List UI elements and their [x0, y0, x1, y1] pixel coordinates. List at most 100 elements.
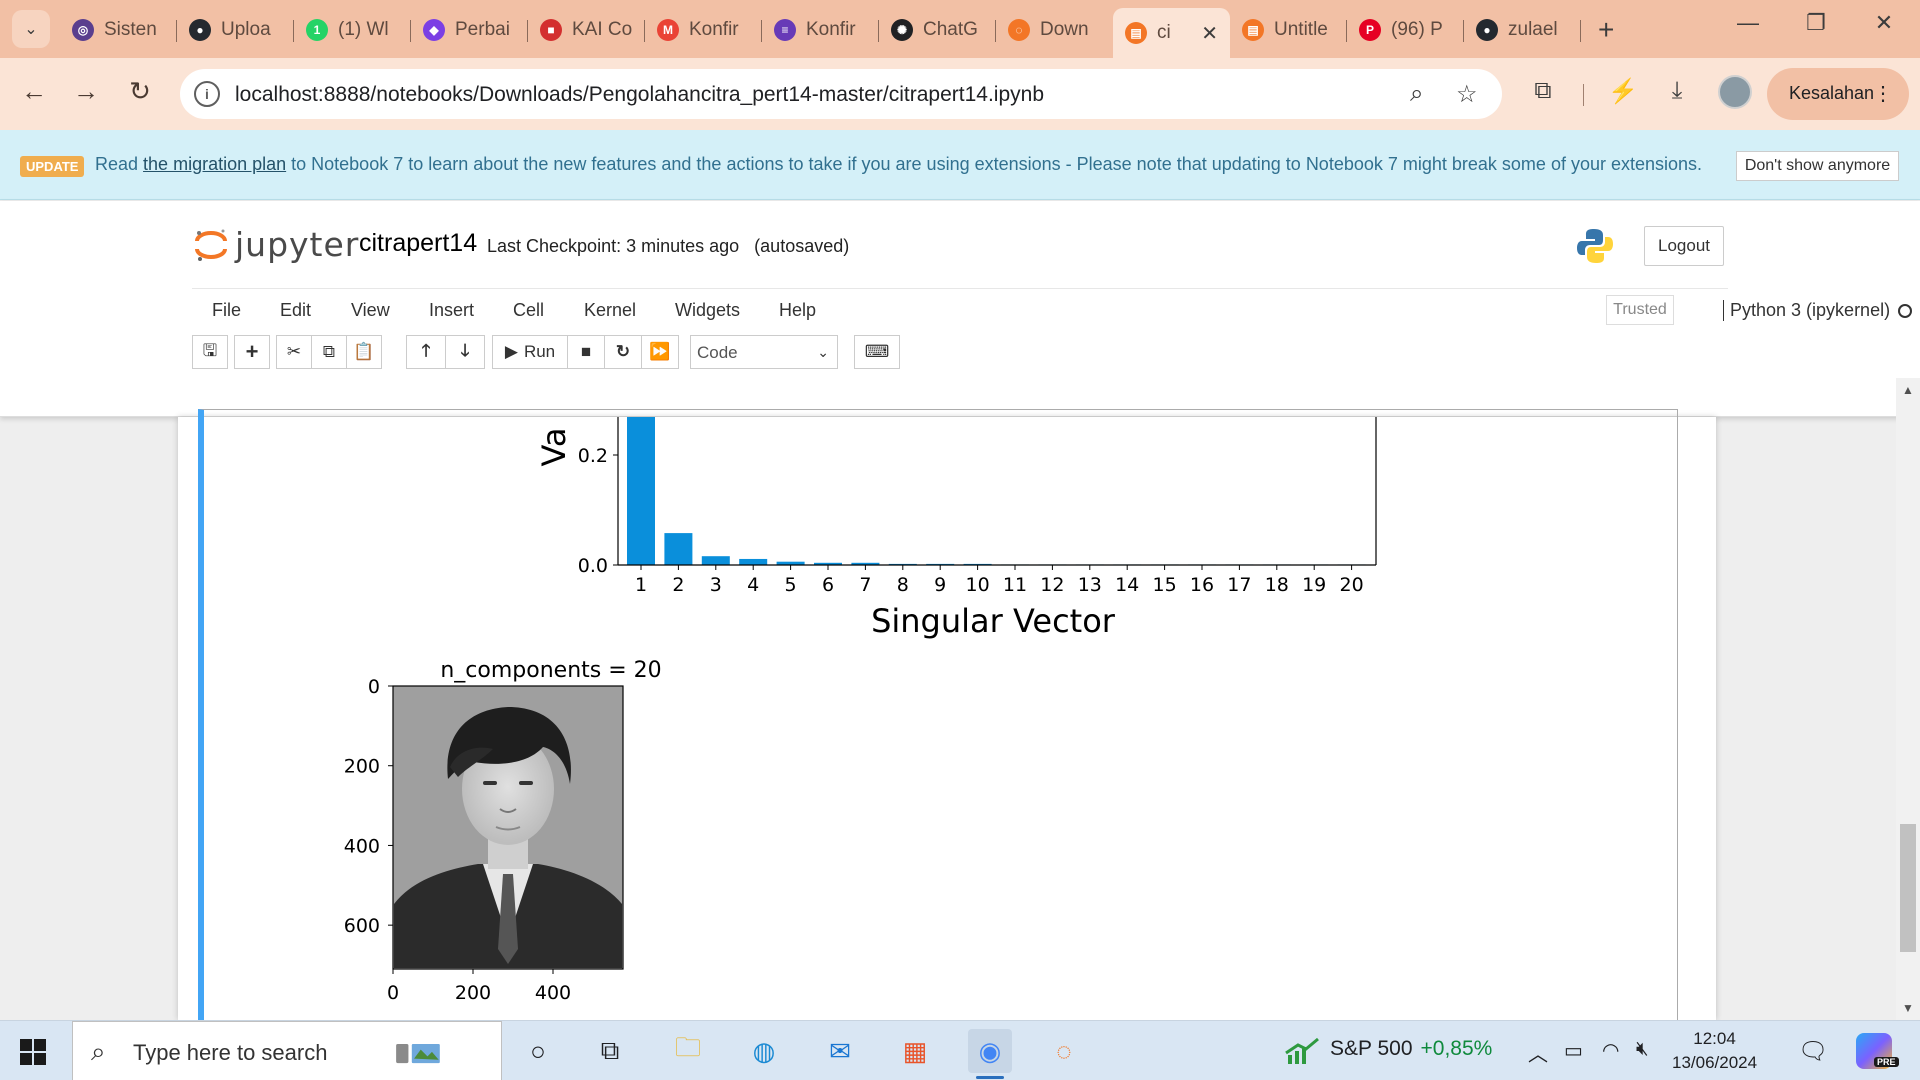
browser-tab[interactable]: ◆ Perbai: [411, 8, 528, 52]
browser-tab[interactable]: P (96) P: [1347, 8, 1464, 52]
bookmark-star-icon[interactable]: ☆: [1456, 80, 1478, 109]
close-tab-icon[interactable]: ✕: [1201, 21, 1218, 46]
browser-tab[interactable]: ◎ Sisten: [60, 8, 177, 52]
jupyter-taskbar-icon[interactable]: ◌: [1042, 1029, 1086, 1073]
app-icon: ◎: [72, 19, 94, 41]
store-icon[interactable]: ▦: [893, 1029, 937, 1073]
menu-widgets[interactable]: Widgets: [675, 300, 740, 321]
dont-show-anymore-button[interactable]: Don't show anymore: [1736, 151, 1899, 181]
reconstructed-photo: [392, 685, 624, 970]
browser-tab[interactable]: 1 (1) Wl: [294, 8, 411, 52]
zoom-icon[interactable]: ⌕: [1410, 80, 1423, 108]
scroll-up-icon[interactable]: ▲: [1896, 378, 1920, 402]
browser-tab[interactable]: ▤ Untitle: [1230, 8, 1347, 52]
wifi-icon[interactable]: ◠: [1602, 1038, 1619, 1063]
kernel-name: Python 3 (ipykernel): [1730, 300, 1891, 320]
chrome-icon[interactable]: ◉: [968, 1029, 1012, 1079]
extensions-icon[interactable]: ⧉: [1526, 77, 1560, 105]
menu-help[interactable]: Help: [779, 300, 816, 321]
cut-icon[interactable]: ✂: [276, 335, 312, 369]
kernel-idle-icon: [1898, 304, 1913, 319]
keyboard-shortcuts-icon[interactable]: ⌨: [854, 335, 900, 369]
scrollbar-thumb[interactable]: [1900, 824, 1916, 952]
profile-error-button[interactable]: Kesalahan ⋮: [1767, 68, 1909, 120]
browser-tab[interactable]: ● Uploa: [177, 8, 294, 52]
move-up-icon[interactable]: 🡑: [406, 335, 446, 369]
windows-taskbar: ⌕ Type here to search ○ ⧉ 🗀 ◍ ✉ ▦ ◉ ◌ S&…: [0, 1020, 1920, 1080]
x-tick-label: 2: [672, 574, 684, 596]
tab-title: Uploa: [221, 19, 271, 40]
volume-muted-icon[interactable]: 🔇︎: [1636, 1038, 1649, 1061]
reload-button[interactable]: ↻: [122, 76, 158, 107]
minimize-button[interactable]: —: [1728, 10, 1768, 36]
browser-tab[interactable]: ▤ ci ✕: [1113, 8, 1230, 58]
browser-tab[interactable]: M Konfir: [645, 8, 762, 52]
jupyter-logo-icon[interactable]: [193, 227, 229, 263]
play-icon: ▶: [504, 342, 518, 361]
fast-forward-icon[interactable]: ⏩: [641, 335, 679, 369]
tab-title: Down: [1040, 19, 1089, 40]
performance-icon[interactable]: ⚡: [1606, 77, 1640, 106]
menu-view[interactable]: View: [351, 300, 390, 321]
stock-widget[interactable]: S&P 500 +0,85%: [1330, 1037, 1492, 1061]
bar: [701, 556, 730, 565]
more-menu-icon[interactable]: ⋮: [1873, 81, 1893, 106]
address-bar[interactable]: i localhost:8888/notebooks/Downloads/Pen…: [180, 69, 1502, 119]
battery-icon[interactable]: ▭: [1564, 1038, 1583, 1063]
restart-icon[interactable]: ↻: [604, 335, 642, 369]
page-scrollbar[interactable]: ▲ ▼: [1896, 378, 1920, 1020]
save-button[interactable]: 🖫: [192, 335, 228, 369]
browser-tab[interactable]: ✺ ChatG: [879, 8, 996, 52]
task-view-icon[interactable]: ⧉: [588, 1029, 632, 1073]
cell-type-select[interactable]: Code ⌄: [690, 335, 838, 369]
run-button[interactable]: ▶ Run: [492, 335, 568, 369]
tab-title: Konfir: [806, 19, 856, 40]
x-tick-label: 14: [1115, 574, 1139, 596]
stop-icon[interactable]: ■: [567, 335, 605, 369]
mail-icon[interactable]: ✉: [818, 1029, 862, 1073]
start-button[interactable]: [20, 1039, 46, 1065]
browser-tab[interactable]: ◌ Down: [996, 8, 1113, 52]
browser-tab[interactable]: ≡ Konfir: [762, 8, 879, 52]
insert-cell-button[interactable]: +: [234, 335, 270, 369]
menu-cell[interactable]: Cell: [513, 300, 544, 321]
trusted-indicator[interactable]: Trusted: [1606, 295, 1674, 325]
notebook-title[interactable]: citrapert14: [359, 229, 477, 258]
edge-icon[interactable]: ◍: [742, 1029, 786, 1073]
menu-edit[interactable]: Edit: [280, 300, 311, 321]
tray-chevron-icon[interactable]: ︿: [1528, 1038, 1548, 1067]
copy-icon[interactable]: ⧉: [311, 335, 347, 369]
url-text[interactable]: localhost:8888/notebooks/Downloads/Pengo…: [235, 83, 1044, 107]
restore-button[interactable]: ❐: [1796, 10, 1836, 36]
tab-search-button[interactable]: ⌄: [12, 10, 50, 48]
download-icon[interactable]: ⤓: [1660, 77, 1694, 105]
kernel-indicator: Python 3 (ipykernel): [1723, 300, 1913, 321]
gmail-icon: M: [657, 19, 679, 41]
back-button[interactable]: ←: [16, 76, 52, 107]
menu-kernel[interactable]: Kernel: [584, 300, 636, 321]
cortana-icon[interactable]: ○: [516, 1029, 560, 1073]
taskbar-search[interactable]: ⌕ Type here to search: [72, 1021, 502, 1080]
site-info-icon[interactable]: i: [194, 81, 220, 107]
y-tick-label: 200: [344, 756, 380, 778]
notebook-header: jupyter citrapert14 Last Checkpoint: 3 m…: [0, 201, 1920, 417]
file-explorer-icon[interactable]: 🗀: [666, 1029, 710, 1073]
logout-button[interactable]: Logout: [1644, 226, 1724, 266]
notification-icon[interactable]: 🗨︎: [1798, 1037, 1828, 1066]
close-window-button[interactable]: ✕: [1864, 10, 1904, 36]
paste-icon[interactable]: 📋: [346, 335, 382, 369]
autosave-text: (autosaved): [754, 236, 850, 256]
move-down-icon[interactable]: 🡓: [445, 335, 485, 369]
new-tab-button[interactable]: +: [1598, 14, 1614, 46]
browser-tab[interactable]: ■ KAI Co: [528, 8, 645, 52]
clock[interactable]: 12:04 13/06/2024: [1672, 1027, 1757, 1075]
forward-button[interactable]: →: [68, 76, 104, 107]
migration-plan-link[interactable]: the migration plan: [143, 154, 286, 174]
jupyter-wordmark[interactable]: jupyter: [235, 225, 359, 264]
y-axis-label: Va: [535, 427, 573, 466]
avatar[interactable]: [1718, 75, 1752, 109]
browser-tab[interactable]: ● zulael: [1464, 8, 1581, 52]
menu-file[interactable]: File: [212, 300, 241, 321]
scroll-down-icon[interactable]: ▼: [1896, 996, 1920, 1020]
menu-insert[interactable]: Insert: [429, 300, 474, 321]
